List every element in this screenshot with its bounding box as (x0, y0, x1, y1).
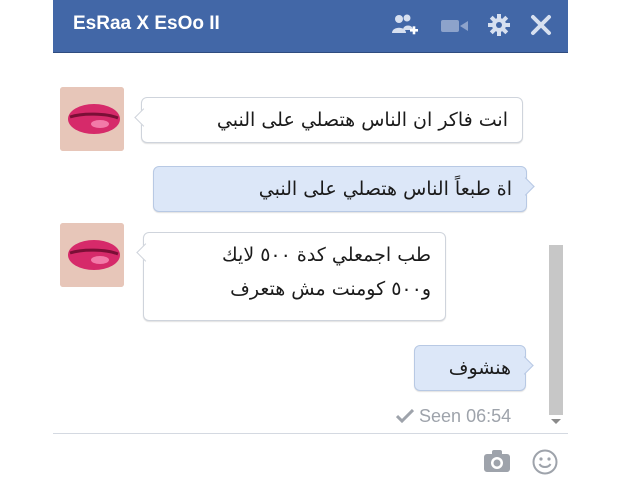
scrollbar[interactable] (549, 245, 563, 415)
message-bubble-sent: اة طبعاً الناس هتصلي على النبي (153, 166, 527, 212)
checkmark-icon (396, 409, 414, 423)
chat-titlebar: EsRaa X EsOo II (53, 0, 568, 53)
smiley-icon[interactable] (532, 449, 558, 475)
close-icon[interactable] (529, 12, 553, 38)
message-line: طب اجمعلي كدة ٥٠٠ لايك (222, 244, 431, 266)
scroll-down-arrow[interactable] (551, 419, 561, 424)
video-icon[interactable] (438, 12, 472, 38)
camera-icon[interactable] (483, 449, 511, 473)
avatar[interactable] (60, 87, 124, 151)
message-bubble-sent: هنشوف (414, 345, 526, 391)
avatar[interactable] (60, 223, 124, 287)
lips-icon (60, 223, 124, 287)
message-bubble-received: انت فاكر ان الناس هتصلي على النبي (141, 97, 523, 143)
add-user-icon[interactable] (391, 12, 419, 38)
message-text: هنشوف (448, 357, 511, 379)
message-text: انت فاكر ان الناس هتصلي على النبي (216, 109, 508, 131)
lips-icon (60, 87, 124, 151)
message-line: و٥٠٠ كومنت مش هتعرف (230, 278, 431, 300)
seen-label: Seen (419, 406, 462, 426)
message-bubble-received: طب اجمعلي كدة ٥٠٠ لايك و٥٠٠ كومنت مش هتع… (143, 232, 446, 321)
chat-title[interactable]: EsRaa X EsOo II (73, 13, 220, 35)
seen-time: 06:54 (466, 406, 512, 426)
message-text: اة طبعاً الناس هتصلي على النبي (258, 178, 512, 200)
message-list: انت فاكر ان الناس هتصلي على النبي اة طبع… (53, 53, 568, 433)
seen-status: Seen 06:54 (396, 406, 511, 427)
chat-window: EsRaa X EsOo II انت فاكر ان الناس هتصلي … (53, 0, 568, 491)
gear-icon[interactable] (486, 12, 512, 38)
